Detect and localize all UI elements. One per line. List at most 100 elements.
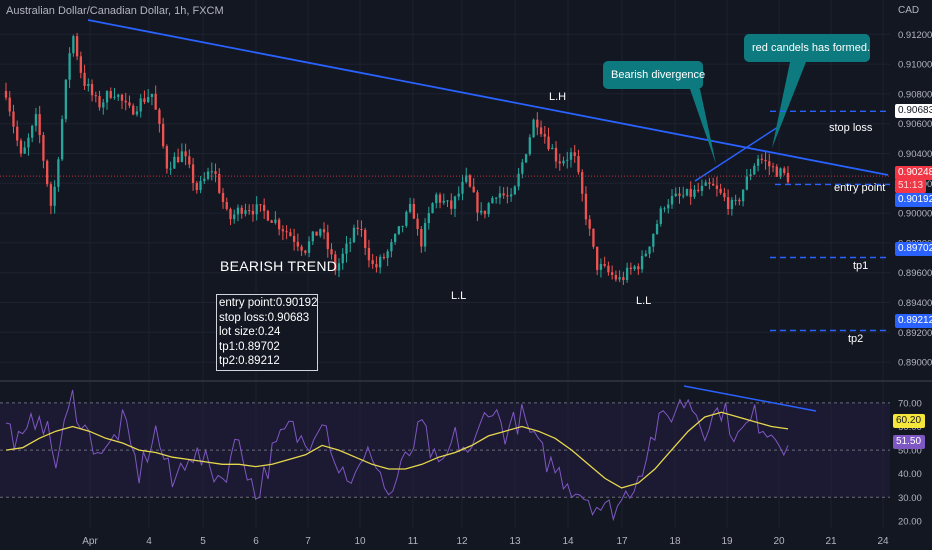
candle-body [708,182,711,184]
candle-body [191,164,195,183]
candle-body [12,111,15,127]
candle-body [588,219,591,229]
candle-body [768,161,771,167]
candle-body [775,166,778,177]
candle-body [27,137,30,148]
price-chart[interactable]: Apr 4 5 6 7 10 11 12 13 14 17 18 19 20 21 24 0.91200 0.91… [0,0,932,550]
rsi-y-tick-label: 40.00 [898,469,922,480]
candle-body [124,100,127,103]
x-tick-label: 12 [456,536,468,547]
candle-body [150,93,154,98]
candle-body [719,188,722,193]
candle-body [674,193,677,197]
y-tick-label: 0.89400 [898,298,932,309]
candle-body [233,214,236,220]
candle-body [135,111,139,115]
candle-body [558,161,561,164]
candle-body [539,127,543,135]
candle-body [206,171,210,179]
candle-body [203,178,206,182]
candle-body [31,125,34,138]
candle-body [753,165,756,175]
candle-body [244,210,247,214]
candle-body [165,146,169,169]
candle-body [113,96,116,98]
candle-body [532,119,535,138]
x-tick-label: 18 [669,536,681,547]
candle-body [263,204,266,211]
candle-body [375,264,378,268]
candle-body [68,53,71,80]
candle-body [401,225,404,227]
candle-body [337,263,341,271]
candle-body [622,277,625,281]
candle-body [723,192,726,198]
tp1-label: tp1 [853,260,869,272]
y-tick-label: 0.89200 [898,328,932,339]
info-entry: entry point:0.90192 [219,297,318,309]
candle-body [8,97,11,112]
candle-body [147,97,150,103]
candle-body [566,159,569,161]
candle-body [225,201,228,210]
candle-body [386,251,389,259]
info-lot-size: lot size:0.24 [219,326,281,339]
candle-body [741,189,745,202]
candle-body [562,160,565,164]
tp1-price-tag: 0.89702 [895,242,932,256]
candle-body [704,182,707,186]
candle-body [438,194,442,203]
rsi-value-tag: 51.50 [893,435,925,449]
candle-body [210,171,213,173]
candle-body [663,208,666,210]
candle-body [349,242,352,244]
y-tick-label: 0.91200 [898,30,932,41]
candle-body [345,243,348,254]
lower-low-label-1: L.L [451,290,467,302]
candle-body [491,198,494,204]
candle-body [427,213,430,224]
x-tick-label: 11 [408,536,419,547]
candle-body [764,159,767,162]
candle-body [289,232,292,237]
candle-body [218,173,221,193]
candle-body [596,246,599,270]
candle-body [117,94,120,97]
bearish-divergence-callout: Bearish divergence [603,61,705,89]
candle-body [779,168,782,177]
candle-body [446,200,449,202]
stop-loss-price-tag: 0.90683 [895,104,932,118]
candle-body [341,253,344,264]
x-tick-label: 21 [825,536,837,547]
info-stop-loss: stop loss:0.90683 [219,311,310,324]
candle-body [240,207,243,214]
candle-body [315,231,318,236]
candle-body [689,188,692,197]
candle-body [128,102,131,106]
currency-label: CAD [898,5,920,16]
candle-body [435,194,438,204]
chart-title: Australian Dollar/Canadian Dollar, 1h, F… [6,5,224,17]
candle-body [420,228,423,247]
x-tick-label: 7 [305,536,311,547]
candle-body [592,228,595,247]
rsi-y-tick-label: 30.00 [898,493,922,504]
candle-body [506,195,509,197]
candle-body [158,109,161,124]
x-tick-label: 19 [721,536,733,547]
candle-body [195,182,198,191]
candle-body [569,152,573,160]
candle-body [408,203,412,212]
candle-body [322,229,326,233]
y-tick-label: 0.91000 [898,60,932,71]
candle-body [584,193,588,220]
candle-body [259,204,262,206]
candle-body [607,265,610,273]
candle-body [670,196,674,205]
y-tick-label: 0.89600 [898,268,932,279]
candle-body [442,200,445,203]
candle-body [551,147,554,150]
candle-body [270,220,273,223]
candle-body [23,147,26,154]
candle-body [87,84,90,86]
